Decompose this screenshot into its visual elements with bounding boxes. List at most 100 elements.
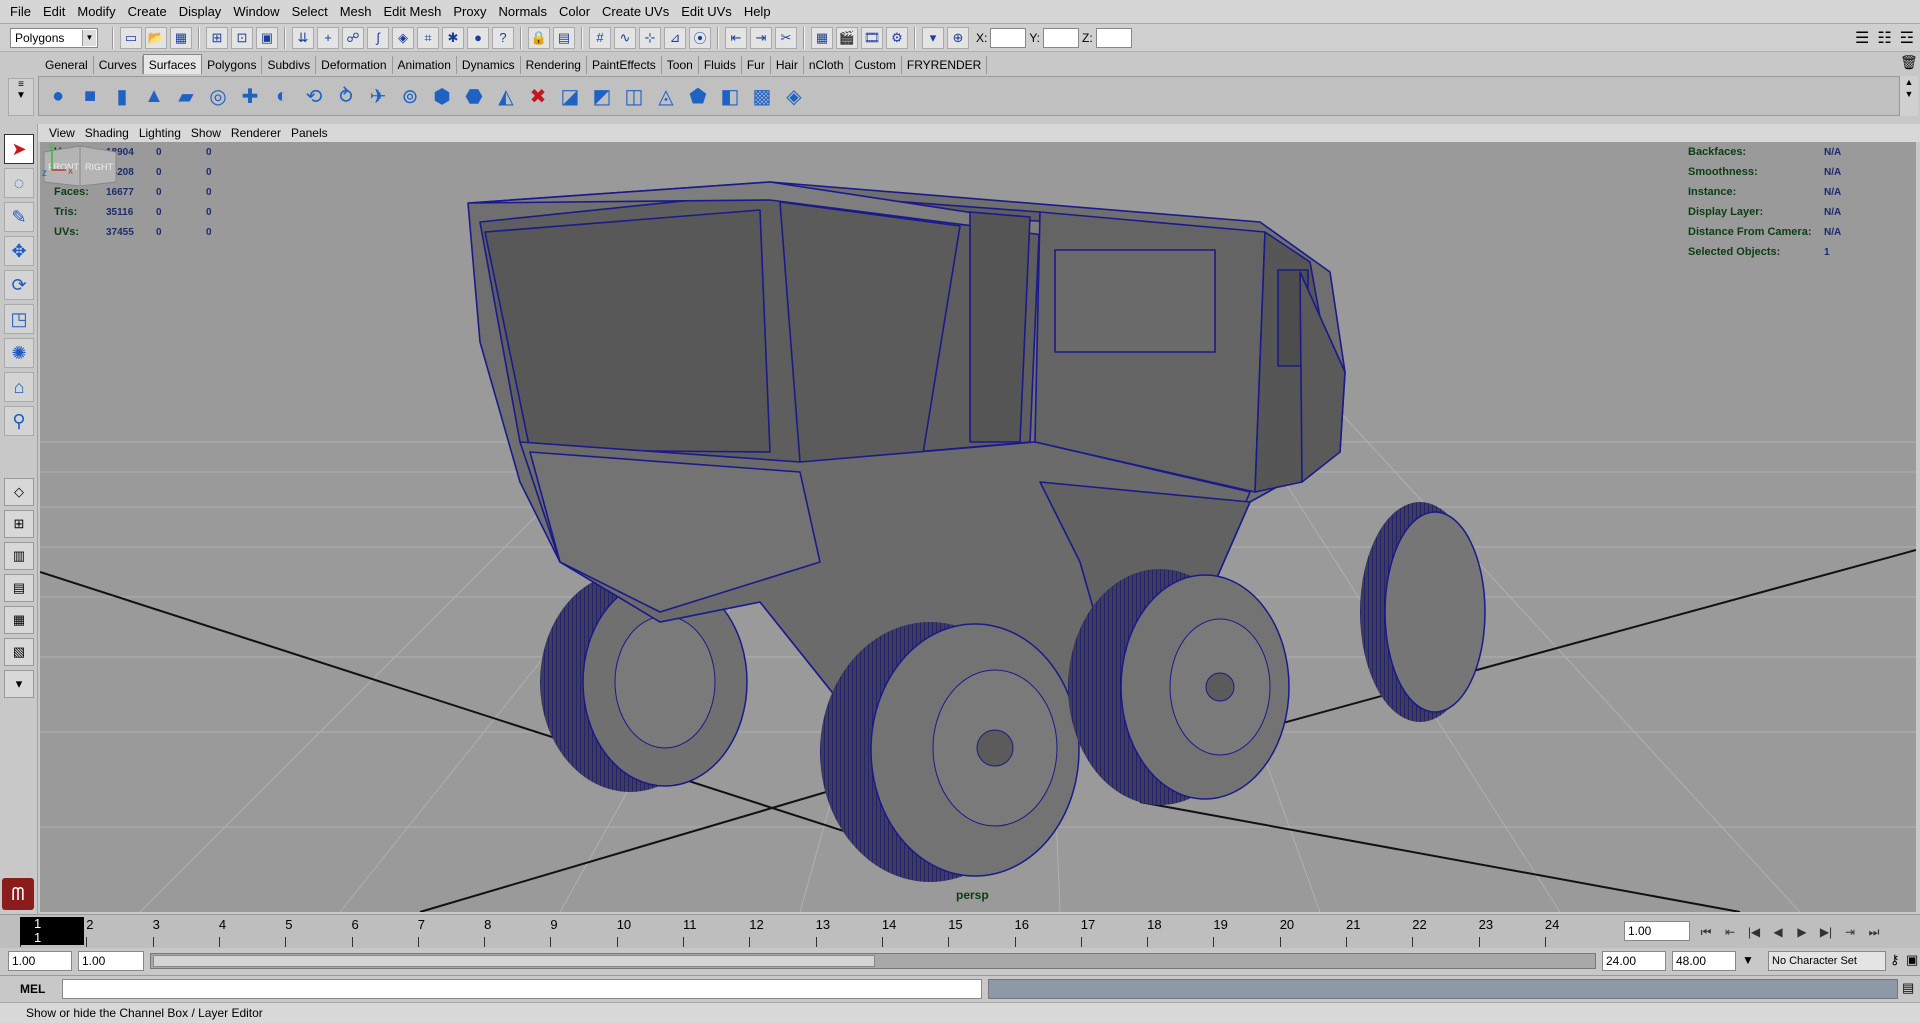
script-editor-icon[interactable]: ▤ (1902, 980, 1914, 996)
step-back-frame-icon[interactable]: |◀ (1744, 923, 1764, 941)
layout-more-icon[interactable]: ▾ (4, 670, 34, 698)
open-scene-icon[interactable]: 📂 (145, 26, 167, 49)
nurbs-cylinder-icon[interactable]: ▮ (107, 80, 137, 112)
z-field[interactable] (1095, 27, 1132, 48)
shelf-tab-general[interactable]: General (40, 56, 94, 74)
menu-display[interactable]: Display (173, 0, 228, 24)
untrim-icon[interactable]: ◫ (619, 80, 649, 112)
mask-menu-icon[interactable]: ⇊ (292, 26, 314, 49)
bevel-plus-icon[interactable]: ◭ (491, 80, 521, 112)
mode-selector[interactable]: Polygons ▼ (10, 27, 98, 48)
ipr-render-icon[interactable]: 🎞 (861, 26, 883, 49)
bevel-icon[interactable]: ⬣ (459, 80, 489, 112)
nurbs-cube-icon[interactable]: ■ (75, 80, 105, 112)
nurbs-torus-icon[interactable]: ◎ (203, 80, 233, 112)
trash-icon[interactable]: 🗑 (1900, 54, 1918, 71)
animation-end-field[interactable]: 48.00 (1672, 951, 1736, 971)
script-language-label[interactable]: MEL (8, 980, 58, 998)
shelf-tab-fur[interactable]: Fur (742, 56, 771, 74)
project-curve-icon[interactable]: ◪ (555, 80, 585, 112)
step-back-key-icon[interactable]: ⇤ (1720, 923, 1740, 941)
range-menu-icon[interactable]: ▼ (1742, 953, 1754, 967)
shelf-tab-custom[interactable]: Custom (850, 56, 902, 74)
range-handle[interactable] (153, 955, 875, 967)
select-tool-icon[interactable]: ➤ (4, 134, 34, 164)
extrude-icon[interactable]: ⥁ (331, 80, 361, 112)
construction-history-icon[interactable]: ✂ (775, 26, 797, 49)
shelf-tab-curves[interactable]: Curves (94, 56, 143, 74)
shelf-tab-dynamics[interactable]: Dynamics (457, 56, 521, 74)
loft-icon[interactable]: ◐ (267, 80, 297, 112)
panel-menu-lighting[interactable]: Lighting (134, 126, 186, 140)
menu-normals[interactable]: Normals (493, 0, 553, 24)
shelf-tab-painteffects[interactable]: PaintEffects (587, 56, 662, 74)
select-rendering-icon[interactable]: ● (467, 26, 489, 49)
select-dynamics-icon[interactable]: ✱ (442, 26, 464, 49)
menu-edit[interactable]: Edit (37, 0, 71, 24)
menu-file[interactable]: File (4, 0, 37, 24)
move-tool-icon[interactable]: ✥ (4, 236, 34, 266)
birail-icon[interactable]: ✈ (363, 80, 393, 112)
menu-create[interactable]: Create (122, 0, 173, 24)
intersect-icon[interactable]: ✖ (523, 80, 553, 112)
universal-manipulator-icon[interactable]: ✺ (4, 338, 34, 368)
panel-menu-panels[interactable]: Panels (286, 126, 333, 140)
shelf-tab-deformation[interactable]: Deformation (316, 56, 393, 74)
soft-modification-icon[interactable]: ⌂ (4, 372, 34, 402)
shelf-scroll[interactable]: ▲ ▼ (1900, 76, 1918, 116)
snap-curve-icon[interactable]: ∿ (614, 26, 636, 49)
select-handles-icon[interactable]: + (317, 26, 339, 49)
render-settings-icon[interactable]: ⚙ (886, 26, 908, 49)
nurbs-plane-icon[interactable]: ▰ (171, 80, 201, 112)
align-icon[interactable]: ◧ (715, 80, 745, 112)
shelf-tab-hair[interactable]: Hair (771, 56, 804, 74)
lock-selection-icon[interactable]: 🔒 (528, 26, 550, 49)
shelf-tab-subdivs[interactable]: Subdivs (262, 56, 317, 74)
layout-persp-graph-icon[interactable]: ▤ (4, 574, 34, 602)
select-joints-icon[interactable]: ☍ (342, 26, 364, 49)
animation-start-field[interactable]: 1.00 (8, 951, 72, 971)
y-field[interactable] (1043, 27, 1080, 48)
rebuild-icon[interactable]: ▩ (747, 80, 777, 112)
select-misc-icon[interactable]: ? (492, 26, 514, 49)
save-scene-icon[interactable]: ▦ (170, 26, 192, 49)
step-forward-frame-icon[interactable]: ▶| (1816, 923, 1836, 941)
playback-range-bar[interactable] (150, 953, 1596, 969)
select-surfaces-icon[interactable]: ◈ (392, 26, 414, 49)
square-icon[interactable]: ⬢ (427, 80, 457, 112)
x-field[interactable] (990, 27, 1027, 48)
current-frame-marker[interactable]: 1 1 (20, 917, 84, 945)
go-to-start-icon[interactable]: ⏮ (1696, 923, 1716, 941)
layout-persp-outliner-icon[interactable]: ▥ (4, 542, 34, 570)
menu-color[interactable]: Color (553, 0, 596, 24)
scale-tool-icon[interactable]: ◳ (4, 304, 34, 334)
planar-icon[interactable]: ⟲ (299, 80, 329, 112)
step-forward-key-icon[interactable]: ⇥ (1840, 923, 1860, 941)
select-object-icon[interactable]: ⊡ (231, 26, 253, 49)
play-backwards-icon[interactable]: ◀ (1768, 923, 1788, 941)
command-input[interactable] (62, 979, 982, 999)
sculpt-icon[interactable]: ◈ (779, 80, 809, 112)
menu-help[interactable]: Help (738, 0, 777, 24)
layout-single-pane-icon[interactable]: ◇ (4, 478, 34, 506)
animation-preferences-icon[interactable]: ▣ (1906, 952, 1918, 968)
playback-end-field[interactable]: 24.00 (1602, 951, 1666, 971)
shelf-tab-rendering[interactable]: Rendering (521, 56, 587, 74)
snap-view-plane-icon[interactable]: ⊿ (664, 26, 686, 49)
input-mode-icon[interactable]: ▾ (922, 26, 944, 49)
shelf-tab-toon[interactable]: Toon (662, 56, 699, 74)
select-curves-icon[interactable]: ∫ (367, 26, 389, 49)
shelf-tab-animation[interactable]: Animation (393, 56, 457, 74)
play-forwards-icon[interactable]: ▶ (1792, 923, 1812, 941)
trim-icon[interactable]: ◩ (587, 80, 617, 112)
auto-key-icon[interactable]: ⚷ (1890, 952, 1900, 968)
snap-point-icon[interactable]: ⊹ (639, 26, 661, 49)
character-set-selector[interactable]: No Character Set (1768, 951, 1886, 971)
shelf-tab-ncloth[interactable]: nCloth (804, 56, 850, 74)
transform-field-icon[interactable]: ⊕ (947, 26, 969, 49)
new-scene-icon[interactable]: ▭ (120, 26, 142, 49)
shelf-menu[interactable]: ≡ ▼ (8, 78, 34, 116)
detach-icon[interactable]: ⬟ (683, 80, 713, 112)
lasso-tool-icon[interactable]: ◌ (4, 168, 34, 198)
attach-icon[interactable]: ◬ (651, 80, 681, 112)
